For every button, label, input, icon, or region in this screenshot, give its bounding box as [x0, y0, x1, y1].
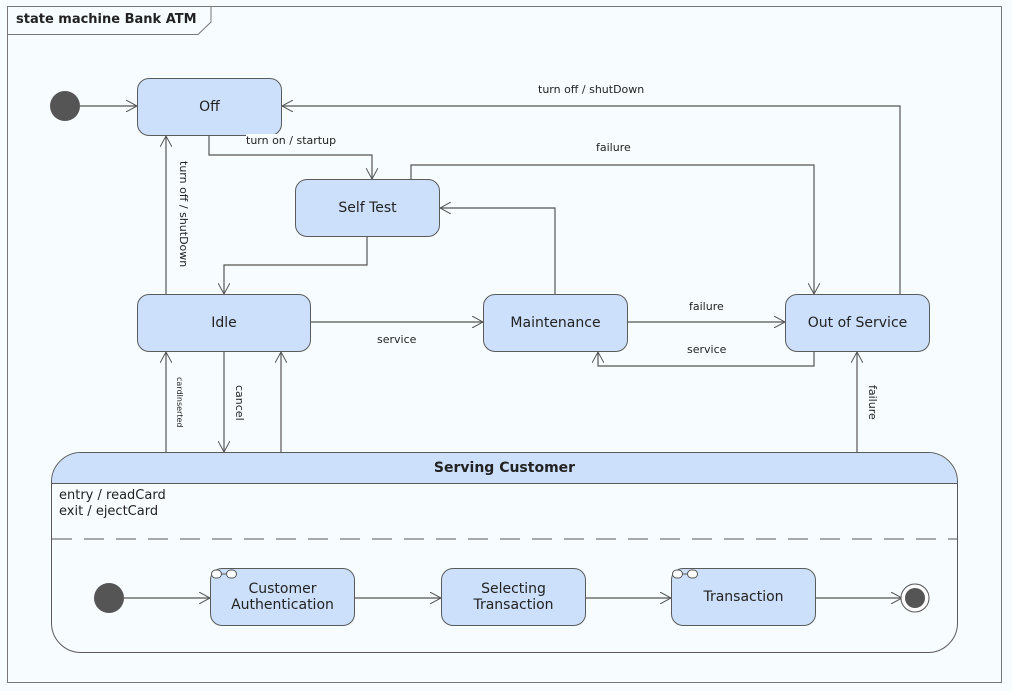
state-off[interactable]: Off: [137, 78, 282, 136]
state-idle-label: Idle: [211, 315, 237, 331]
state-maintenance[interactable]: Maintenance: [483, 294, 628, 352]
transaction-label: Transaction: [703, 589, 784, 605]
auth-label-1: Customer: [248, 581, 317, 597]
state-out-of-service[interactable]: Out of Service: [785, 294, 930, 352]
label-failure-selftest: failure: [596, 141, 631, 154]
label-card-inserted: cardInserted: [175, 377, 184, 428]
submachine-icon: [672, 569, 698, 579]
sub-initial-state: [94, 583, 124, 613]
state-self-test-label: Self Test: [338, 200, 397, 216]
edge-maint-selftest: [440, 208, 556, 294]
state-off-label: Off: [199, 99, 220, 115]
label-cancel: cancel: [233, 385, 246, 421]
state-out-of-service-label: Out of Service: [807, 315, 908, 331]
frame-title: state machine Bank ATM: [16, 12, 197, 27]
label-failure-serving: failure: [866, 385, 879, 420]
state-customer-authentication[interactable]: Customer Authentication: [210, 568, 355, 626]
edge-selftest-oos: [410, 164, 814, 294]
state-serving-customer[interactable]: Serving Customer entry / readCard exit /…: [51, 452, 958, 653]
label-turn-on: turn on / startup: [246, 134, 337, 147]
edge-selftest-idle: [224, 236, 368, 294]
label-service-oos: service: [687, 343, 727, 356]
state-selecting-transaction[interactable]: Selecting Transaction: [441, 568, 586, 626]
state-self-test[interactable]: Self Test: [295, 179, 440, 237]
diagram-canvas: state machine Bank ATM Off Self Test Idl…: [0, 0, 1012, 691]
label-service-idle: service: [377, 333, 417, 346]
submachine-icon: [211, 569, 237, 579]
label-failure-maint: failure: [689, 300, 724, 313]
state-transaction[interactable]: Transaction: [671, 568, 816, 626]
state-idle[interactable]: Idle: [137, 294, 311, 352]
label-turn-off-top: turn off / shutDown: [538, 83, 645, 96]
select-label-2: Transaction: [473, 597, 554, 613]
initial-state: [50, 91, 80, 121]
label-turn-off-left: turn off / shutDown: [177, 161, 190, 268]
select-label-1: Selecting: [481, 581, 546, 597]
final-state: [905, 588, 925, 608]
auth-label-2: Authentication: [231, 597, 334, 613]
state-maintenance-label: Maintenance: [510, 315, 601, 331]
